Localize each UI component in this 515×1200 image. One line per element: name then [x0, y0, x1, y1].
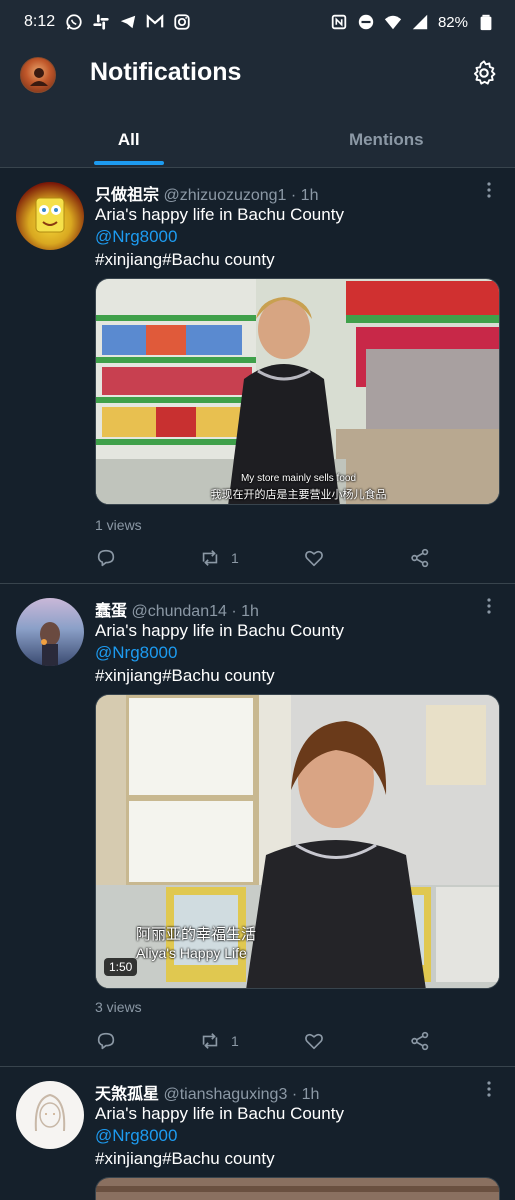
battery-icon — [477, 13, 495, 31]
wifi-icon — [384, 13, 402, 31]
gmail-icon — [146, 13, 164, 31]
video-duration: 1:50 — [104, 958, 138, 976]
video-thumbnail[interactable]: My store mainly sells food 我现在开的店是主要营业小杨… — [95, 278, 500, 505]
tweet-text: Aria's happy life in Bachu County — [95, 205, 344, 224]
heart-icon — [305, 550, 323, 567]
share-icon — [411, 1031, 429, 1051]
reply-icon — [97, 1032, 115, 1050]
video-subtitle-cn: 阿丽亚的幸福生活 — [136, 926, 257, 943]
tweet-text: Aria's happy life in Bachu County — [95, 1104, 344, 1123]
gear-icon[interactable] — [470, 59, 498, 87]
like-button[interactable] — [303, 543, 325, 573]
retweet-count: 1 — [231, 550, 239, 566]
tab-all[interactable]: All — [0, 116, 258, 168]
view-count: 3 views — [95, 999, 142, 1015]
retweet-icon — [202, 1033, 218, 1049]
display-name[interactable]: 蠢蛋 — [95, 603, 127, 620]
video-subtitle-en: Aliya's Happy Life — [136, 945, 247, 961]
telegram-icon — [119, 13, 137, 31]
like-button[interactable] — [303, 1026, 325, 1056]
avatar[interactable] — [16, 1081, 84, 1149]
display-name[interactable]: 只做祖宗 — [95, 187, 159, 204]
signal-icon — [411, 13, 429, 31]
retweet-button[interactable]: 1 — [199, 543, 239, 573]
avatar[interactable] — [16, 598, 84, 666]
nfc-icon — [330, 13, 348, 31]
heart-icon — [305, 1033, 323, 1050]
avatar[interactable] — [16, 182, 84, 250]
tweet-header: 天煞孤星 @tianshaguxing3 · 1h — [95, 1080, 319, 1104]
hashtags[interactable]: #xinjiang#Bachu county — [95, 666, 275, 686]
battery-percent: 82% — [437, 13, 468, 31]
retweet-icon — [202, 550, 218, 566]
hashtags[interactable]: #xinjiang#Bachu county — [95, 250, 275, 270]
mention-link[interactable]: @Nrg8000 — [95, 1126, 177, 1146]
active-tab-indicator — [94, 161, 164, 165]
timestamp: · 1h — [291, 1086, 320, 1103]
user-handle[interactable]: @tianshaguxing3 — [163, 1086, 287, 1103]
mention-link[interactable]: @Nrg8000 — [95, 643, 177, 663]
mention-link[interactable]: @Nrg8000 — [95, 227, 177, 247]
tweet-item[interactable]: 蠢蛋 @chundan14 · 1h Aria's happy life in … — [0, 585, 515, 1067]
app-header: Notifications All Mentions — [0, 44, 515, 168]
status-bar: 8:12 82% — [0, 0, 515, 44]
view-count: 1 views — [95, 517, 142, 533]
retweet-count: 1 — [231, 1033, 239, 1049]
video-subtitle-cn: 我现在开的店是主要营业小杨儿食品 — [210, 489, 387, 501]
more-options-icon[interactable] — [482, 1080, 496, 1098]
tweet-header: 蠢蛋 @chundan14 · 1h — [95, 597, 259, 621]
video-subtitle-en: My store mainly sells food — [240, 473, 357, 484]
more-options-icon[interactable] — [482, 597, 496, 615]
tab-mentions[interactable]: Mentions — [258, 116, 515, 168]
display-name[interactable]: 天煞孤星 — [95, 1086, 159, 1103]
tweet-header: 只做祖宗 @zhizuozuzong1 · 1h — [95, 181, 318, 205]
status-time: 8:12 — [24, 13, 56, 30]
share-button[interactable] — [409, 543, 431, 573]
reply-icon — [97, 549, 115, 567]
instagram-icon — [173, 13, 191, 31]
retweet-button[interactable]: 1 — [199, 1026, 239, 1056]
tweet-item[interactable]: 只做祖宗 @zhizuozuzong1 · 1h Aria's happy li… — [0, 169, 515, 584]
hashtags[interactable]: #xinjiang#Bachu county — [95, 1149, 275, 1169]
tweet-item[interactable]: 天煞孤星 @tianshaguxing3 · 1h Aria's happy l… — [0, 1068, 515, 1200]
tweet-actions: 1 — [95, 1026, 500, 1056]
timestamp: · 1h — [231, 603, 259, 620]
whatsapp-icon — [65, 13, 83, 31]
profile-avatar[interactable] — [20, 57, 56, 93]
dnd-icon — [357, 13, 375, 31]
user-handle[interactable]: @zhizuozuzong1 — [163, 187, 286, 204]
share-icon — [411, 548, 429, 568]
tweet-text: Aria's happy life in Bachu County — [95, 621, 344, 640]
reply-button[interactable] — [95, 1026, 117, 1056]
reply-button[interactable] — [95, 543, 117, 573]
share-button[interactable] — [409, 1026, 431, 1056]
slack-icon — [92, 13, 110, 31]
user-handle[interactable]: @chundan14 — [131, 603, 226, 620]
timestamp: · 1h — [290, 187, 319, 204]
page-title: Notifications — [90, 58, 242, 86]
more-options-icon[interactable] — [482, 181, 496, 199]
video-thumbnail[interactable] — [95, 1177, 500, 1200]
video-thumbnail[interactable]: 阿丽亚的幸福生活 Aliya's Happy Life 1:50 — [95, 694, 500, 989]
tweet-actions: 1 — [95, 543, 500, 573]
